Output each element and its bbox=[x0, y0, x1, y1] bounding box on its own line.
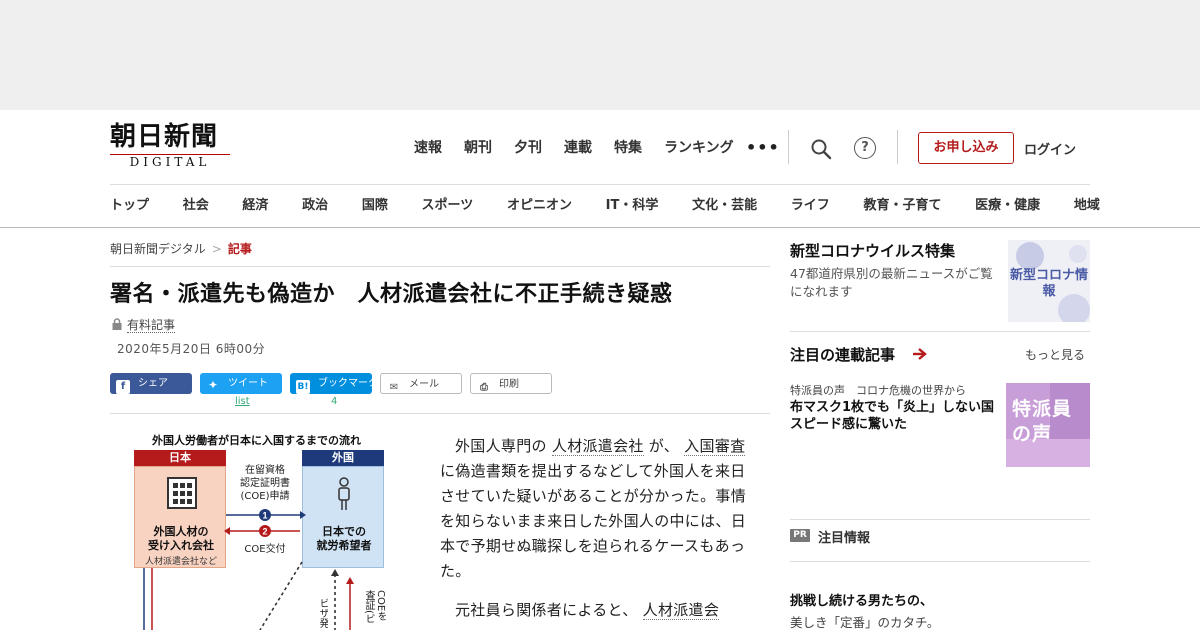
lock-icon bbox=[112, 318, 122, 330]
facebook-icon: f bbox=[116, 380, 130, 394]
series-thumbnail[interactable]: 特派員 の声 bbox=[1006, 383, 1090, 467]
nav-features[interactable]: 特集 bbox=[614, 138, 642, 158]
login-link[interactable]: ログイン bbox=[1024, 139, 1076, 158]
figure-coe-check-label: COEを査証(ビ bbox=[363, 590, 386, 624]
category-culture[interactable]: 文化・芸能 bbox=[692, 196, 757, 216]
keyword-link[interactable]: 人材派遣会社 bbox=[551, 437, 644, 456]
paid-article-label: 有料記事 bbox=[127, 318, 176, 333]
article-body: 外国人専門の 人材派遣会社 が、 入国審査 に偽造書類を提出するなどして外国人を… bbox=[440, 434, 752, 630]
twitter-share-label: ツイート bbox=[228, 378, 268, 389]
category-top[interactable]: トップ bbox=[110, 196, 149, 216]
corona-feature-description: 47都道府県別の最新ニュースがご覧になれます bbox=[790, 266, 993, 299]
sponsored-heading: 注目情報 bbox=[818, 531, 871, 546]
promo-title[interactable]: 挑戦し続ける男たちの、 bbox=[790, 590, 933, 609]
paid-article-badge[interactable]: 有料記事 bbox=[112, 316, 176, 333]
mail-icon: ✉ bbox=[389, 382, 399, 393]
subscribe-button[interactable]: お申し込み bbox=[918, 132, 1014, 164]
publish-date: 2020年5月20日 6時00分 bbox=[117, 342, 266, 356]
body-text: が、 bbox=[648, 437, 680, 455]
article-title: 署名・派遣先も偽造か 人材派遣会社に不正手続き疑惑 bbox=[110, 282, 673, 307]
print-label: 印刷 bbox=[499, 379, 519, 390]
print-button[interactable]: ⎙ 印刷 bbox=[470, 373, 552, 394]
corona-thumbnail-text: 新型コロナ情報 bbox=[1009, 268, 1088, 299]
header-divider bbox=[788, 130, 789, 164]
category-international[interactable]: 国際 bbox=[362, 196, 388, 216]
printer-icon: ⎙ bbox=[480, 382, 488, 393]
article-paragraph: 外国人専門の 人材派遣会社 が、 入国審査 に偽造書類を提出するなどして外国人を… bbox=[440, 434, 752, 584]
divider bbox=[110, 413, 770, 414]
divider bbox=[790, 561, 1090, 562]
keyword-link[interactable]: 入国審査 bbox=[684, 437, 746, 456]
category-opinion[interactable]: オピニオン bbox=[507, 196, 572, 216]
article-figure[interactable]: 外国人労働者が日本に入国するまでの流れ 日本 外国 外国人材の 受け入れ会社 人… bbox=[130, 432, 392, 630]
category-education[interactable]: 教育・子育て bbox=[863, 196, 941, 216]
twitter-bird-icon: ✦ bbox=[207, 378, 219, 392]
nav-evening[interactable]: 夕刊 bbox=[514, 138, 542, 158]
hatena-count[interactable]: 4 bbox=[331, 396, 337, 407]
nav-ranking[interactable]: ランキング bbox=[664, 138, 734, 158]
site-header: 朝日新聞 DIGITAL 速報 朝刊 夕刊 連載 特集 ランキング ••• ? … bbox=[0, 110, 1200, 228]
facebook-share-label: シェア bbox=[138, 378, 168, 389]
category-region[interactable]: 地域 bbox=[1074, 196, 1100, 216]
breadcrumb-current: 記事 bbox=[227, 242, 252, 256]
body-text: に偽造書類を提出するなどして外国人を来日させていた疑いがあることが分かった。事情… bbox=[440, 462, 747, 580]
divider bbox=[110, 266, 770, 267]
site-logo[interactable]: 朝日新聞 DIGITAL bbox=[110, 122, 242, 170]
divider bbox=[790, 519, 1090, 520]
series-article-title[interactable]: 布マスク1枚でも「炎上」しない国 スピード感に驚いた bbox=[790, 399, 1007, 433]
nav-morning[interactable]: 朝刊 bbox=[464, 138, 492, 158]
keyword-link[interactable]: 人材派遣会 bbox=[642, 601, 720, 620]
featured-series-heading[interactable]: 注目の連載記事 bbox=[790, 344, 895, 365]
series-thumbnail-text: 特派員 の声 bbox=[1012, 397, 1072, 447]
twitter-share-button[interactable]: ✦ ツイート bbox=[200, 373, 282, 394]
breadcrumb-separator: > bbox=[211, 242, 222, 256]
hatena-bookmark-button[interactable]: B! ブックマーク bbox=[290, 373, 378, 394]
hatena-icon: B! bbox=[296, 380, 310, 394]
ad-banner-area bbox=[0, 0, 1200, 110]
corona-feature-thumbnail[interactable]: 新型コロナ情報 bbox=[1008, 240, 1090, 322]
series-kicker[interactable]: 特派員の声 コロナ危機の世界から bbox=[790, 382, 966, 398]
nav-breaking[interactable]: 速報 bbox=[414, 138, 442, 158]
nav-series[interactable]: 連載 bbox=[564, 138, 592, 158]
pr-badge: PR bbox=[790, 529, 810, 542]
category-politics[interactable]: 政治 bbox=[302, 196, 328, 216]
facebook-share-button[interactable]: f シェア bbox=[110, 373, 192, 394]
logo-main-text: 朝日新聞 bbox=[110, 122, 219, 152]
twitter-count[interactable]: list bbox=[235, 396, 250, 407]
promo-subtitle[interactable]: 美しき「定番」のカタチ。 bbox=[790, 612, 939, 630]
more-menu-icon[interactable]: ••• bbox=[746, 138, 780, 157]
nav-divider bbox=[110, 184, 1090, 185]
more-series-link[interactable]: もっと見る bbox=[1025, 346, 1085, 363]
step-number: 2 bbox=[262, 527, 267, 537]
body-text: 元社員ら関係者によると、 bbox=[455, 601, 638, 619]
hatena-bookmark-label: ブックマーク bbox=[318, 378, 378, 389]
mail-share-label: メール bbox=[409, 379, 439, 390]
category-it-science[interactable]: IT・科学 bbox=[606, 196, 659, 216]
figure-step-markers: 1 2 bbox=[259, 509, 271, 537]
help-icon[interactable]: ? bbox=[854, 137, 876, 159]
header-divider bbox=[897, 130, 898, 164]
divider bbox=[790, 331, 1090, 332]
series-thumbnail-line: 特派員 bbox=[1012, 398, 1073, 420]
body-text: 外国人専門の bbox=[455, 437, 547, 455]
corona-feature-title[interactable]: 新型コロナウイルス特集 bbox=[790, 240, 955, 261]
logo-sub-text: DIGITAL bbox=[110, 154, 230, 169]
arrow-right-icon[interactable] bbox=[912, 347, 928, 361]
category-sports[interactable]: スポーツ bbox=[422, 196, 474, 216]
mail-share-button[interactable]: ✉ メール bbox=[380, 373, 462, 394]
category-nav: トップ 社会 経済 政治 国際 スポーツ オピニオン IT・科学 文化・芸能 ラ… bbox=[110, 196, 1100, 216]
article-paragraph: 元社員ら関係者によると、 人材派遣会 bbox=[440, 598, 752, 623]
top-nav: 速報 朝刊 夕刊 連載 特集 ランキング bbox=[414, 138, 756, 158]
step-number: 1 bbox=[262, 511, 267, 521]
search-icon[interactable] bbox=[810, 138, 832, 160]
figure-coe-issued-label: COE交付 bbox=[244, 544, 286, 555]
figure-visa-label: ビザ発 bbox=[317, 598, 328, 628]
category-society[interactable]: 社会 bbox=[183, 196, 209, 216]
series-thumbnail-line: の声 bbox=[1012, 423, 1053, 445]
category-economy[interactable]: 経済 bbox=[242, 196, 268, 216]
category-life[interactable]: ライフ bbox=[791, 196, 830, 216]
breadcrumb: 朝日新聞デジタル > 記事 bbox=[110, 240, 252, 257]
breadcrumb-home[interactable]: 朝日新聞デジタル bbox=[110, 242, 206, 256]
category-health[interactable]: 医療・健康 bbox=[975, 196, 1040, 216]
